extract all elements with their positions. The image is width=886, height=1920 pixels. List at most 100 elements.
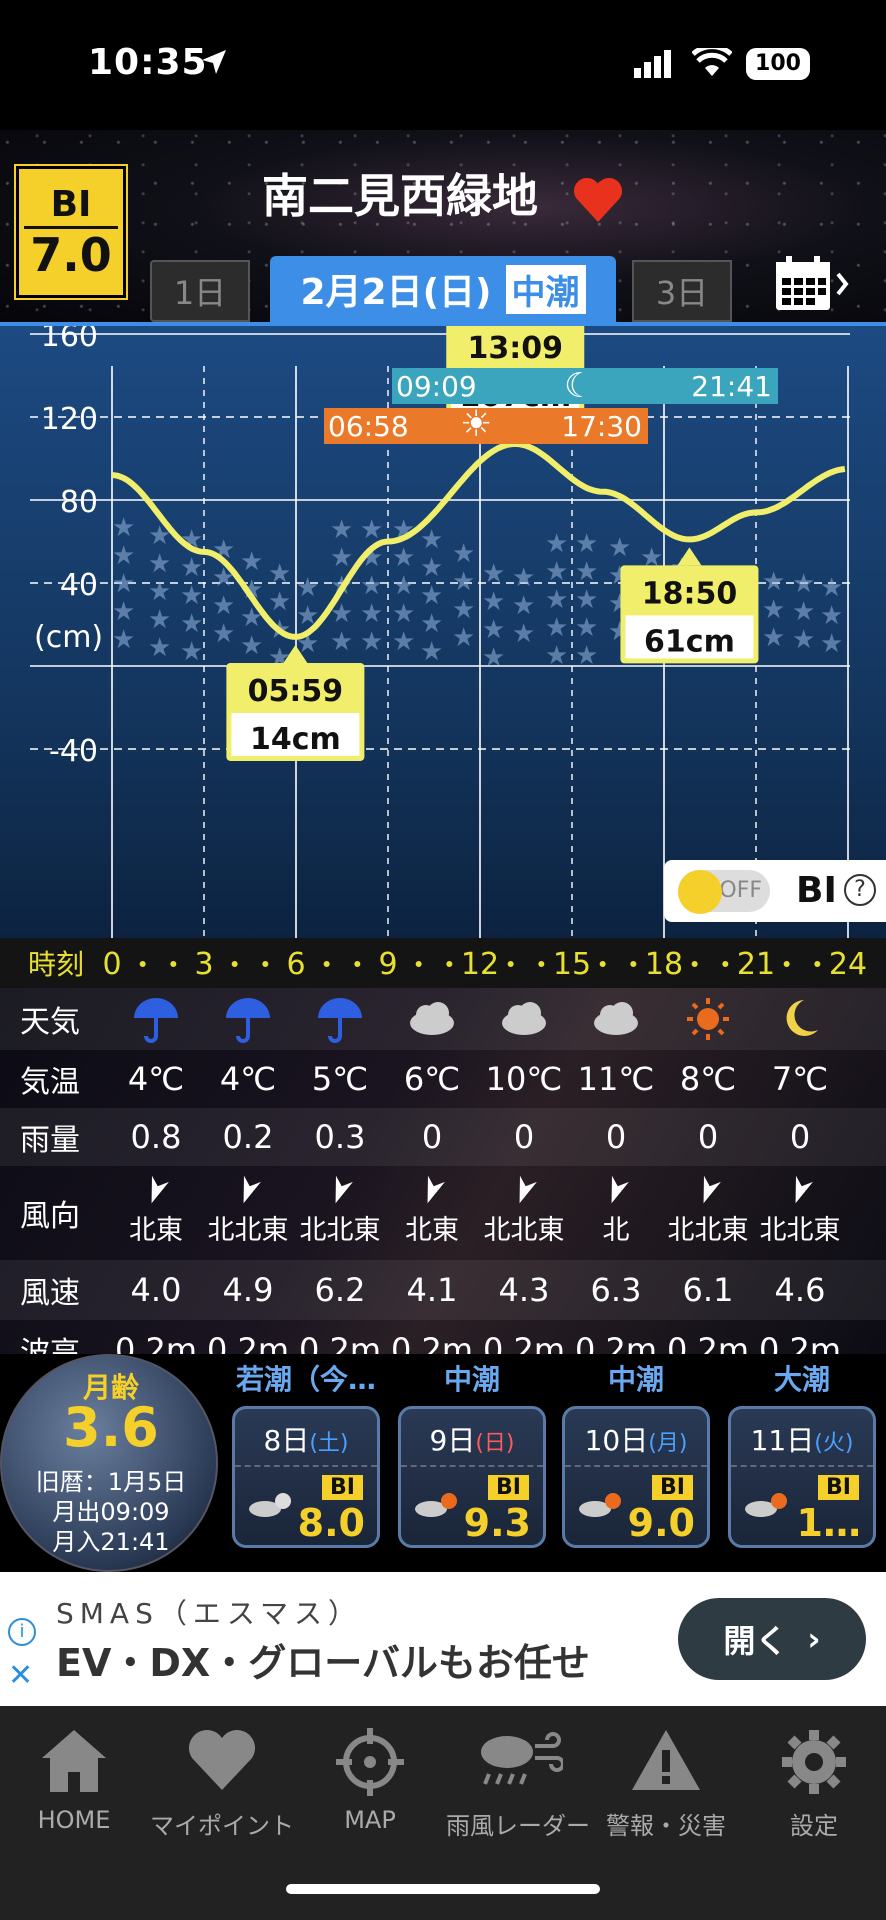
weather-cell	[294, 988, 386, 1050]
wind-dir-label: 北東	[405, 1215, 459, 1246]
ad-banner[interactable]: i ✕ SMAS（エスマス） EV・DX・グローバルもお任せ 開く ›	[0, 1572, 886, 1706]
forecast-weather-icon	[745, 1493, 787, 1517]
bi-star-icon: ★	[820, 629, 843, 659]
bi-star-icon: ★	[420, 525, 443, 555]
x-tick-label: 0	[102, 947, 121, 982]
wind-dir-label: 北北東	[667, 1215, 749, 1246]
tab-home[interactable]: HOME	[0, 1726, 148, 1834]
tab-warning[interactable]: 警報・災害	[592, 1726, 740, 1841]
help-icon[interactable]: ?	[844, 874, 876, 906]
forecast-card[interactable]: 11日(火) BI 1…	[728, 1406, 876, 1548]
moon-icon: ☾	[564, 366, 595, 406]
wind-arrow-icon	[703, 1175, 721, 1204]
forecast-bi-badge: BI	[818, 1475, 859, 1500]
toggle-off-label: OFF	[719, 878, 762, 903]
forecast-bi-value: 9.3	[463, 1501, 531, 1545]
bi-star-icon: ★	[792, 569, 815, 599]
tide-chart: 160 120 80 40 -40 (cm) ★ ★ ★ ★ ★ ★ ★ ★ ★ ★ ★ ★ ★ ★ ★ ★ ★ ★ ★ ★ ★ ★ ★…	[0, 319, 886, 942]
bi-star-icon: ★	[512, 619, 535, 649]
rain-wind-icon	[481, 1732, 563, 1785]
bi-star-icon: ★	[545, 641, 568, 671]
umbrella-icon	[226, 998, 270, 1043]
forecast-tide-label: 中潮	[443, 1363, 500, 1396]
tab-radar[interactable]: 雨風レーダー	[444, 1726, 592, 1841]
rain-cell: 0.2	[222, 1118, 274, 1156]
x-tick-label: 24	[829, 947, 867, 982]
forecast-card[interactable]: 8日(土) BI 8.0	[232, 1406, 380, 1548]
forecast-bi-value: 8.0	[297, 1501, 365, 1545]
temp-cell: 6℃	[403, 1060, 461, 1098]
tab-settings[interactable]: 設定	[740, 1726, 886, 1841]
ad-info-icon[interactable]: i	[8, 1618, 36, 1646]
bi-star-icon: ★	[452, 623, 475, 653]
wind-speed-cell: 6.1	[682, 1271, 734, 1309]
cloud-icon	[594, 1002, 638, 1035]
tab-mypoint[interactable]: マイポイント	[148, 1726, 296, 1841]
current-day-tab[interactable]: 2月2日(日) 中潮	[270, 256, 616, 322]
forecast-card[interactable]: 10日(月) BI 9.0	[562, 1406, 710, 1548]
location-header: BI 7.0 南二見西緑地 1日 2月2日(日) 中潮 3日	[0, 130, 886, 322]
bi-star-icon: ★	[360, 599, 383, 629]
home-indicator	[286, 1884, 600, 1894]
x-axis-dot	[783, 961, 790, 967]
bi-star-icon: ★	[575, 613, 598, 643]
forecast-bi-value: 1…	[796, 1501, 861, 1545]
tab-map[interactable]: MAP	[296, 1726, 444, 1834]
wind-arrow-icon	[151, 1175, 169, 1204]
bi-star-icon: ★	[545, 613, 568, 643]
wind-speed-row: 風速 4.0 4.9 6.2 4.1 4.3 6.3 6.1 4.6	[0, 1260, 886, 1320]
weather-table: 天気 気温 4℃ 4℃ 5℃ 6℃ 10℃ 11℃ 8℃ 7℃ 雨量 0.8 0.2 0.3 0 0 0 0 0…	[0, 988, 886, 1384]
forecast-date: 9日(日)	[401, 1419, 543, 1467]
bi-star-icon: ★	[180, 637, 203, 667]
wind-arrow-icon	[519, 1175, 537, 1204]
bi-star-icon: ★	[482, 643, 505, 673]
weather-cell	[754, 988, 846, 1050]
rain-cell: 0.8	[130, 1118, 182, 1156]
bi-star-icon: ★	[330, 627, 353, 657]
bi-star-icon: ★	[268, 559, 291, 589]
x-axis-dot	[170, 961, 177, 967]
wind-dir-cell: 北北東	[294, 1166, 386, 1260]
bi-star-icon: ★	[296, 573, 319, 603]
wind-speed-cell: 6.2	[314, 1271, 366, 1309]
ad-open-button[interactable]: 開く ›	[678, 1598, 866, 1680]
x-axis-dot	[538, 961, 545, 967]
x-axis-dot	[262, 961, 269, 967]
tide-time-label: 05:59	[248, 674, 344, 709]
umbrella-icon	[134, 998, 178, 1043]
bi-star-icon: ★	[608, 533, 631, 563]
wind-dir-label: 北北東	[207, 1215, 289, 1246]
next-day-tab[interactable]: 3日	[632, 260, 732, 322]
sun-time-bar: 06:58 ☀ 17:30	[324, 404, 648, 445]
place-title: 南二見西緑地	[0, 160, 886, 226]
wind-arrow-icon	[335, 1175, 353, 1204]
bi-star-icon: ★	[392, 627, 415, 657]
y-tick-label: 160	[41, 326, 98, 354]
wind-speed-cell: 4.6	[774, 1271, 826, 1309]
time-axis-svg: 時刻 0 3 6 9 12 15 18 21 24	[28, 947, 867, 982]
ad-close-icon[interactable]: ✕	[8, 1658, 33, 1693]
x-tick-label: 3	[194, 947, 213, 982]
moon-set-time: 21:41	[691, 370, 772, 403]
rain-cell: 0	[697, 1118, 719, 1156]
forecast-bi-badge: BI	[652, 1475, 693, 1500]
bi-star-icon: ★	[792, 597, 815, 627]
x-axis-dot	[323, 961, 330, 967]
sun-set-time: 17:30	[561, 410, 642, 443]
bi-star-icon: ★	[482, 615, 505, 645]
bi-toggle[interactable]: OFF BI ?	[664, 860, 886, 922]
bi-star-icon: ★	[512, 563, 535, 593]
gear-icon	[782, 1730, 846, 1794]
moon-age-disc[interactable]: 月齢 3.6 旧暦：1月5日 月出09:09 月入21:41	[0, 1354, 218, 1572]
calendar-icon[interactable]	[774, 254, 850, 314]
bi-star-icon: ★	[575, 585, 598, 615]
favorite-heart-icon[interactable]	[572, 176, 624, 224]
x-axis-dot	[231, 961, 238, 967]
x-axis-dot	[415, 961, 422, 967]
prev-day-tab[interactable]: 1日	[150, 260, 250, 322]
tab-mypoint-label: マイポイント	[150, 1812, 294, 1840]
wind-dir-cell: 北	[570, 1166, 662, 1260]
bi-star-icon: ★	[112, 569, 135, 599]
forecast-card[interactable]: 9日(日) BI 9.3	[398, 1406, 546, 1548]
wind-speed-cell: 6.3	[590, 1271, 642, 1309]
